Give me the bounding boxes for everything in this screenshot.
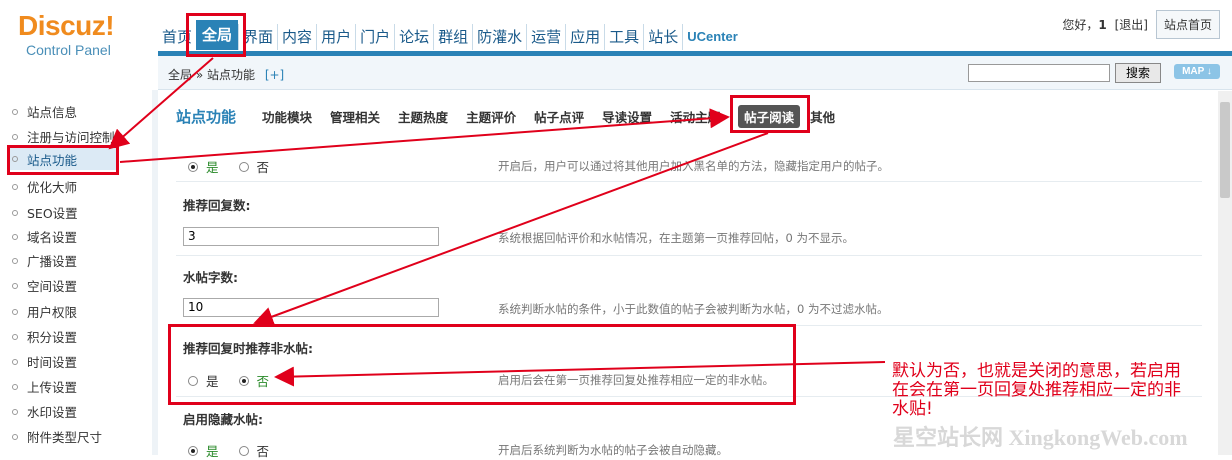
arrow-line [108,57,214,150]
annotation-note-line: 默认为否，也就是关闭的意思，若启用 [892,362,1181,381]
watermark: 星空站长网 XingkongWeb.com [893,425,1188,450]
annotation-note-line: 在会在第一页回复处推荐相应一定的非 [892,381,1181,400]
annotation-note-line: 水贴! [892,399,933,419]
arrow-line [253,132,769,327]
arrow-line [274,361,886,387]
arrow-line [119,108,730,163]
annotation-note: 默认为否，也就是关闭的意思，若启用 在会在第一页回复处推荐相应一定的非 水贴! [892,362,1232,419]
